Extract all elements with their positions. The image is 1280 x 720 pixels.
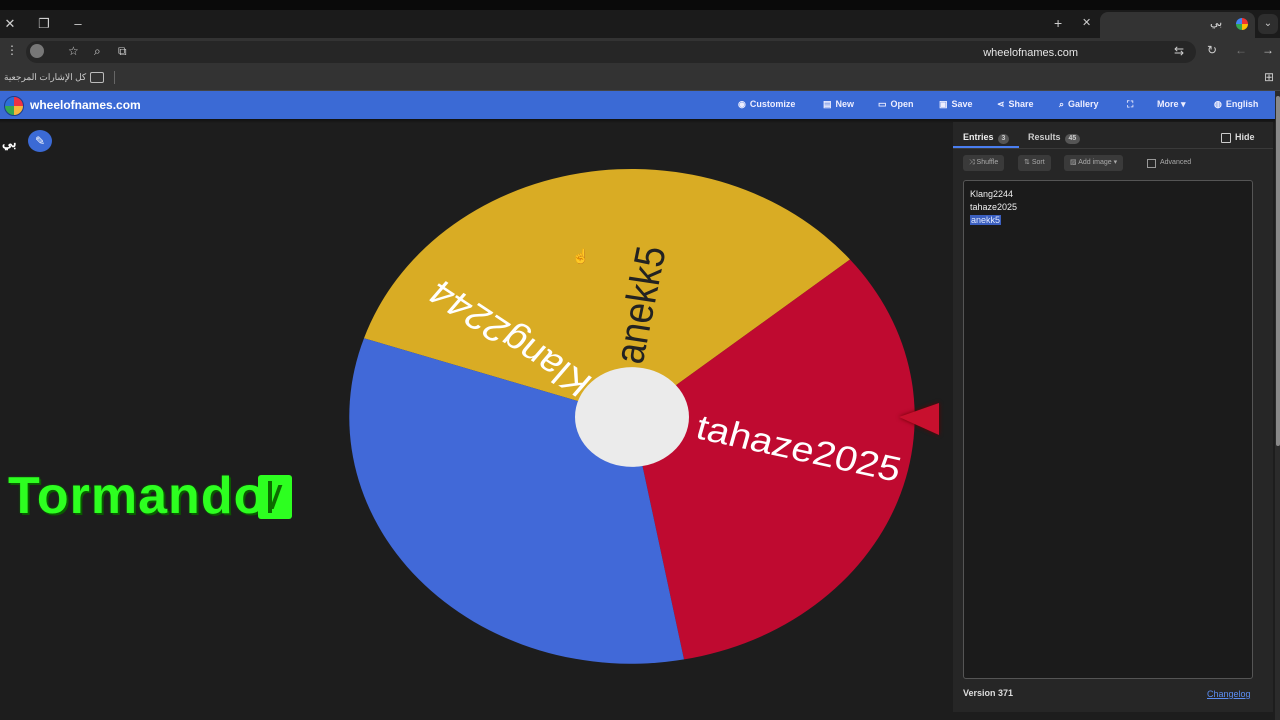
menu-more[interactable]: More ▾ bbox=[1157, 99, 1186, 110]
app-header: wheelofnames.com ◉ Customize ▤ New ▭ Open ▣… bbox=[0, 91, 1275, 119]
tab-entries[interactable]: Entries 3 bbox=[963, 132, 1010, 144]
window-top-strip bbox=[0, 0, 1280, 10]
shuffle-icon: ⤨ bbox=[969, 159, 977, 166]
app-title[interactable]: wheelofnames.com bbox=[30, 98, 141, 112]
globe-icon: ◍ bbox=[1214, 99, 1222, 109]
add-image-button[interactable]: ▨ Add image ▾ bbox=[1064, 155, 1124, 171]
browser-tab-bar: ✕ ❐ – + ✕ بي ⌄ bbox=[0, 10, 1280, 38]
url-text[interactable]: wheelofnames.com bbox=[983, 47, 1078, 59]
profile-avatar-icon[interactable] bbox=[30, 44, 44, 58]
scrollbar-thumb[interactable] bbox=[1276, 96, 1280, 446]
apps-grid-icon[interactable]: ⊞ bbox=[1264, 70, 1274, 84]
tab-title: بي bbox=[1210, 17, 1223, 29]
fullscreen-icon[interactable]: ⛶ bbox=[1127, 99, 1133, 110]
bookmarks-bar: كل الإشارات المرجعية ⊞ bbox=[0, 66, 1280, 91]
close-window-icon[interactable]: ✕ bbox=[0, 14, 20, 34]
results-count-badge: 45 bbox=[1064, 134, 1081, 144]
search-icon: ⌕ bbox=[1059, 99, 1065, 109]
browser-tab[interactable] bbox=[1100, 12, 1255, 38]
forward-icon[interactable]: ← bbox=[1235, 43, 1247, 57]
zoom-icon[interactable]: ⌕ bbox=[94, 44, 101, 59]
tab-results[interactable]: Results 45 bbox=[1028, 132, 1081, 144]
image-icon: ▨ bbox=[1070, 159, 1079, 166]
translate-icon[interactable]: ⧉ bbox=[118, 44, 127, 59]
wheel-hub[interactable] bbox=[575, 367, 689, 467]
entry-line[interactable]: Klang2244 bbox=[970, 189, 1013, 199]
minimize-window-icon[interactable]: – bbox=[68, 14, 88, 34]
file-icon: ▤ bbox=[823, 99, 832, 109]
menu-new[interactable]: ▤ New bbox=[823, 99, 854, 110]
advanced-label: Advanced bbox=[1160, 159, 1192, 166]
menu-gallery[interactable]: ⌕ Gallery bbox=[1059, 99, 1099, 110]
new-tab-icon[interactable]: + bbox=[1054, 15, 1062, 31]
mouse-cursor-icon: ☝ bbox=[572, 248, 590, 264]
shuffle-button[interactable]: ⤨ Shuffle bbox=[963, 155, 1005, 171]
version-label: Version 371 bbox=[963, 688, 1014, 698]
share-icon: ⋖ bbox=[997, 99, 1005, 109]
menu-language[interactable]: ◍ English bbox=[1214, 99, 1258, 110]
reload-icon[interactable]: ↻ bbox=[1207, 43, 1217, 57]
bookmark-star-icon[interactable]: ☆ bbox=[68, 44, 79, 58]
chevron-down-icon: ▾ bbox=[1111, 159, 1118, 166]
kick-logo-icon bbox=[258, 475, 292, 519]
tab-close-icon[interactable]: ✕ bbox=[1082, 16, 1091, 29]
menu-share[interactable]: ⋖ Share bbox=[997, 99, 1034, 110]
menu-customize[interactable]: ◉ Customize bbox=[738, 99, 795, 110]
all-bookmarks-label[interactable]: كل الإشارات المرجعية bbox=[4, 72, 86, 83]
browser-toolbar: ⋮ ☆ ⌕ ⧉ wheelofnames.com ⇆ ↻ ← → bbox=[0, 38, 1280, 66]
sort-button[interactable]: ⇅ Sort bbox=[1018, 155, 1051, 171]
entries-count-badge: 3 bbox=[997, 134, 1010, 144]
wheel-name[interactable]: بي bbox=[2, 135, 16, 151]
edit-pencil-icon[interactable]: ✎ bbox=[28, 130, 52, 152]
overlay-text: Tormando bbox=[8, 467, 267, 525]
hide-label: Hide bbox=[1235, 132, 1255, 142]
save-icon: ▣ bbox=[939, 99, 948, 109]
wheel[interactable]: anekk5 tahaze2025 Klang2244 bbox=[340, 165, 930, 675]
entry-line-selected[interactable]: anekk5 bbox=[970, 215, 1002, 225]
wheel-pointer-icon bbox=[899, 403, 939, 435]
back-icon[interactable]: → bbox=[1262, 43, 1274, 57]
changelog-link[interactable]: Changelog bbox=[1207, 689, 1251, 699]
restore-window-icon[interactable]: ❐ bbox=[34, 14, 54, 34]
menu-open[interactable]: ▭ Open bbox=[878, 99, 914, 110]
address-bar[interactable]: ☆ ⌕ ⧉ wheelofnames.com ⇆ bbox=[26, 41, 1196, 63]
entries-textarea[interactable]: Klang2244 tahaze2025 anekk5 bbox=[963, 180, 1253, 679]
menu-save[interactable]: ▣ Save bbox=[939, 99, 973, 110]
entry-line[interactable]: tahaze2025 bbox=[970, 202, 1017, 212]
bookmarks-separator bbox=[114, 71, 115, 84]
sort-icon: ⇅ bbox=[1024, 159, 1032, 166]
tab-search-chevron-icon[interactable]: ⌄ bbox=[1258, 14, 1278, 34]
advanced-checkbox[interactable] bbox=[1147, 159, 1156, 168]
bookmark-folder-icon[interactable] bbox=[90, 72, 104, 83]
tabs-divider bbox=[953, 148, 1273, 149]
site-settings-icon[interactable]: ⇆ bbox=[1174, 44, 1184, 58]
folder-icon: ▭ bbox=[878, 99, 887, 109]
chevron-down-icon: ▾ bbox=[1178, 99, 1186, 109]
tab-favicon-icon bbox=[1236, 18, 1248, 30]
entries-panel: Entries 3 Results 45 Hide ⤨ Shuffle ⇅ Sort… bbox=[953, 122, 1273, 712]
browser-menu-icon[interactable]: ⋮ bbox=[6, 43, 18, 57]
hide-checkbox[interactable] bbox=[1221, 133, 1231, 143]
wheel-logo-icon[interactable] bbox=[4, 96, 24, 116]
palette-icon: ◉ bbox=[738, 99, 746, 109]
